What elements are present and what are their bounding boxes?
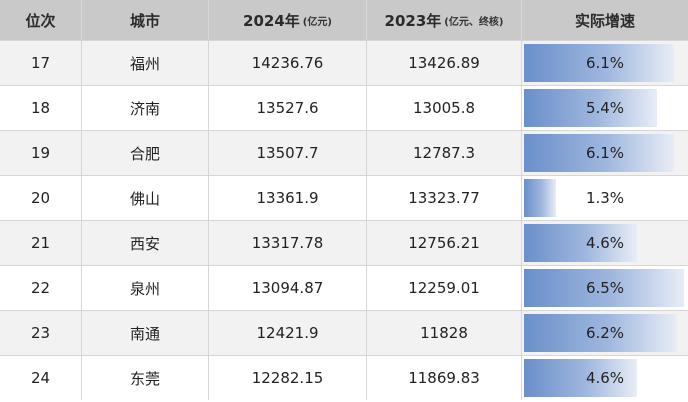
- growth-label: 6.5%: [585, 279, 625, 297]
- city-cell: 东莞: [82, 356, 209, 400]
- table-row: 19 合肥 13507.7 12787.3 6.1%: [0, 130, 688, 175]
- gdp-2023-cell: 13323.77: [367, 176, 522, 220]
- city-cell: 泉州: [82, 266, 209, 310]
- table-row: 18 济南 13527.6 13005.8 5.4%: [0, 85, 688, 130]
- gdp-ranking-table: 位次 城市 2024年 (亿元) 2023年 (亿元、终核) 实际增速 17 福州…: [0, 0, 688, 402]
- gdp-2024-cell: 13361.9: [209, 176, 367, 220]
- rank-cell: 19: [0, 131, 82, 175]
- header-2023: 2023年 (亿元、终核): [367, 0, 522, 40]
- growth-label: 6.2%: [585, 324, 625, 342]
- table-body: 17 福州 14236.76 13426.89 6.1% 18 济南 13527.6 13005…: [0, 40, 688, 400]
- growth-cell: 1.3%: [522, 176, 688, 220]
- rank-cell: 18: [0, 86, 82, 130]
- growth-cell: 4.6%: [522, 356, 688, 400]
- header-2024: 2024年 (亿元): [209, 0, 367, 40]
- city-cell: 南通: [82, 311, 209, 355]
- header-2023-unit: (亿元、终核): [444, 16, 504, 28]
- gdp-2024-cell: 13094.87: [209, 266, 367, 310]
- gdp-2024-cell: 12421.9: [209, 311, 367, 355]
- header-2024-unit: (亿元): [302, 16, 332, 28]
- rank-cell: 20: [0, 176, 82, 220]
- rank-cell: 17: [0, 41, 82, 85]
- gdp-2024-cell: 13507.7: [209, 131, 367, 175]
- rank-cell: 22: [0, 266, 82, 310]
- growth-cell: 6.1%: [522, 131, 688, 175]
- city-cell: 福州: [82, 41, 209, 85]
- gdp-2023-cell: 11869.83: [367, 356, 522, 400]
- gdp-2024-cell: 14236.76: [209, 41, 367, 85]
- table-row: 23 南通 12421.9 11828 6.2%: [0, 310, 688, 355]
- growth-label: 1.3%: [585, 189, 625, 207]
- growth-cell: 6.1%: [522, 41, 688, 85]
- table-row: 17 福州 14236.76 13426.89 6.1%: [0, 40, 688, 85]
- header-growth: 实际增速: [574, 11, 635, 30]
- rank-cell: 23: [0, 311, 82, 355]
- header-city: 城市: [82, 0, 209, 40]
- table-header: 位次 城市 2024年 (亿元) 2023年 (亿元、终核) 实际增速: [0, 0, 688, 40]
- gdp-2024-cell: 13317.78: [209, 221, 367, 265]
- growth-label: 4.6%: [585, 369, 625, 387]
- header-rank: 位次: [0, 0, 82, 40]
- gdp-2023-cell: 13426.89: [367, 41, 522, 85]
- gdp-2024-cell: 12282.15: [209, 356, 367, 400]
- growth-cell: 6.5%: [522, 266, 688, 310]
- table-row: 24 东莞 12282.15 11869.83 4.6%: [0, 355, 688, 400]
- rank-cell: 24: [0, 356, 82, 400]
- growth-label: 6.1%: [585, 54, 625, 72]
- gdp-2023-cell: 12259.01: [367, 266, 522, 310]
- city-cell: 西安: [82, 221, 209, 265]
- growth-label: 4.6%: [585, 234, 625, 252]
- city-cell: 合肥: [82, 131, 209, 175]
- gdp-2024-cell: 13527.6: [209, 86, 367, 130]
- table-row: 21 西安 13317.78 12756.21 4.6%: [0, 220, 688, 265]
- gdp-2023-cell: 13005.8: [367, 86, 522, 130]
- gdp-2023-cell: 12756.21: [367, 221, 522, 265]
- gdp-2023-cell: 12787.3: [367, 131, 522, 175]
- growth-cell: 5.4%: [522, 86, 688, 130]
- growth-bar: [524, 179, 556, 217]
- table-row: 20 佛山 13361.9 13323.77 1.3%: [0, 175, 688, 220]
- city-cell: 济南: [82, 86, 209, 130]
- city-cell: 佛山: [82, 176, 209, 220]
- growth-cell: 4.6%: [522, 221, 688, 265]
- gdp-2023-cell: 11828: [367, 311, 522, 355]
- growth-label: 6.1%: [585, 144, 625, 162]
- rank-cell: 21: [0, 221, 82, 265]
- table-row: 22 泉州 13094.87 12259.01 6.5%: [0, 265, 688, 310]
- growth-cell: 6.2%: [522, 311, 688, 355]
- growth-label: 5.4%: [585, 99, 625, 117]
